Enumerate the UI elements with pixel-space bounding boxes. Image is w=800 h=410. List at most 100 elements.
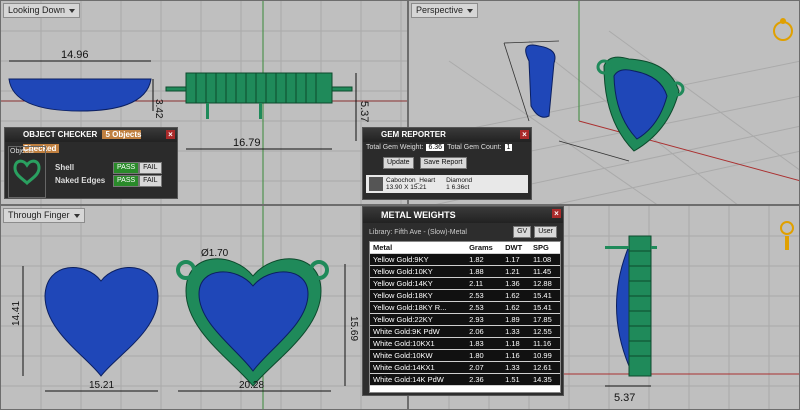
table-cell: White Gold:14KX1: [370, 361, 467, 374]
table-cell: 2.53: [466, 289, 503, 302]
table-cell: 1.33: [502, 325, 530, 338]
objects-label: Objects: [10, 148, 34, 155]
heart-thumbnail-icon: [13, 159, 41, 186]
table-cell: 1.16: [502, 349, 530, 362]
col-header[interactable]: Metal: [370, 242, 467, 254]
table-cell: 2.93: [466, 313, 503, 326]
total-count-value: 1: [504, 144, 513, 151]
table-row[interactable]: Yellow Gold:10KY 1.88 1.21 11.45: [370, 265, 560, 278]
gizmo-icon[interactable]: [773, 18, 793, 41]
dim-top-width: 14.96: [61, 49, 89, 61]
table-cell: 12.61: [530, 361, 560, 374]
save-report-button[interactable]: Save Report: [419, 157, 467, 169]
viewport-title-label: Perspective: [416, 5, 464, 15]
gem-row[interactable]: Cabochon_Heart 13.90 X 15.21 Diamond 1 6…: [366, 175, 528, 193]
fail-button[interactable]: FAIL: [139, 161, 162, 174]
gem-reporter-panel: GEM REPORTER × Total Gem Weight: 6.36 To…: [362, 127, 532, 200]
table-cell: Yellow Gold:9KY: [370, 253, 467, 266]
total-weight-label: Total Gem Weight:: [366, 144, 424, 151]
dim-loop-diameter: Ø1.70: [201, 248, 229, 259]
object-checker-panel: OBJECT CHECKER 5 Objects Checked × Objec…: [4, 127, 178, 199]
table-row[interactable]: Yellow Gold:14KY 2.11 1.36 12.88: [370, 277, 560, 290]
chevron-down-icon: [467, 8, 474, 13]
fail-button[interactable]: FAIL: [139, 174, 162, 187]
table-cell: 2.07: [466, 361, 503, 374]
chevron-down-icon: [69, 8, 76, 13]
table-cell: 12.88: [530, 277, 560, 290]
table-cell: 1.62: [502, 301, 530, 314]
gem-weight: 6.36ct: [451, 184, 470, 191]
dim-top-height: 3.42: [153, 99, 164, 119]
dim-top-depth: 5.37: [358, 101, 370, 122]
pass-button[interactable]: PASS: [113, 174, 140, 187]
gem-count: 1: [446, 184, 450, 191]
table-cell: 1.88: [466, 265, 503, 278]
table-cell: 2.53: [466, 301, 503, 314]
table-cell: 11.16: [530, 337, 560, 350]
table-row[interactable]: White Gold:10KX1 1.83 1.18 11.16: [370, 337, 560, 350]
gem-side: [616, 245, 630, 367]
close-icon[interactable]: ×: [166, 130, 175, 139]
table-cell: 11.08: [530, 253, 560, 266]
table-row[interactable]: Yellow Gold:22KY 2.93 1.89 17.85: [370, 313, 560, 326]
update-button[interactable]: Update: [383, 157, 414, 169]
table-cell: 17.85: [530, 313, 560, 326]
panel-title: GEM REPORTER: [381, 130, 446, 139]
table-cell: 2.36: [466, 373, 503, 386]
viewport-through-finger[interactable]: Through Finger Ø1.70 14.41 15.21 20.28 1…: [0, 205, 408, 410]
table-cell: 15.41: [530, 301, 560, 314]
table-cell: 1.17: [502, 253, 530, 266]
viewport-title[interactable]: Perspective: [411, 3, 479, 18]
metal-frame-side: [628, 235, 652, 377]
viewport-title-label: Through Finger: [8, 210, 70, 220]
front-view-canvas: Ø1.70 14.41 15.21 20.28 15.69: [1, 206, 407, 409]
panel-title: OBJECT CHECKER: [23, 130, 98, 139]
col-header[interactable]: Grams: [466, 242, 503, 254]
col-header[interactable]: SPG: [530, 242, 560, 254]
dim-frame-height: 15.69: [348, 316, 359, 341]
library-label: Library: Fifth Ave - (Slow)-Metal: [369, 228, 467, 236]
metal-weights-panel: METAL WEIGHTS × Library: Fifth Ave - (Sl…: [362, 206, 564, 396]
unit-button[interactable]: GV: [513, 226, 532, 238]
table-cell: 1.89: [502, 313, 530, 326]
metal-weights-header[interactable]: METAL WEIGHTS ×: [363, 207, 563, 223]
total-weight-value: 6.36: [426, 144, 445, 151]
viewport-title[interactable]: Looking Down: [3, 3, 81, 18]
total-count-label: Total Gem Count:: [447, 144, 502, 151]
gem-name: Cabochon_Heart: [386, 177, 436, 184]
objects-box[interactable]: Objects: [8, 146, 46, 198]
table-cell: White Gold:14K PdW: [370, 373, 467, 386]
table-cell: Yellow Gold:10KY: [370, 265, 467, 278]
table-row[interactable]: White Gold:10KW 1.80 1.16 10.99: [370, 349, 560, 362]
dim-right-depth: 5.37: [614, 392, 635, 404]
table-cell: 1.36: [502, 277, 530, 290]
check-row: Shell PASS FAIL: [55, 161, 170, 174]
close-icon[interactable]: ×: [520, 130, 529, 139]
close-icon[interactable]: ×: [552, 209, 561, 218]
object-checker-header[interactable]: OBJECT CHECKER 5 Objects Checked ×: [5, 128, 177, 153]
gem-thumbnail-icon: [369, 177, 383, 191]
gem-reporter-header[interactable]: GEM REPORTER ×: [363, 128, 531, 142]
table-row[interactable]: White Gold:14KX1 2.07 1.33 12.61: [370, 361, 560, 374]
table-cell: 1.80: [466, 349, 503, 362]
gem-size: 13.90 X 15.21: [386, 184, 427, 191]
table-row[interactable]: Yellow Gold:9KY 1.82 1.17 11.08: [370, 253, 560, 266]
table-row[interactable]: White Gold:9K PdW 2.06 1.33 12.55: [370, 325, 560, 338]
table-row[interactable]: White Gold:14K PdW 2.36 1.51 14.35: [370, 373, 560, 386]
table-cell: 12.55: [530, 325, 560, 338]
metal-weights-list[interactable]: Metal Grams DWT SPG Yellow Gold:9KY 1.82 1…: [369, 241, 561, 393]
dim-frame-width: 20.28: [239, 380, 264, 391]
table-cell: 1.33: [502, 361, 530, 374]
user-button[interactable]: User: [534, 226, 557, 238]
table-cell: 1.82: [466, 253, 503, 266]
table-row[interactable]: Yellow Gold:18KY 2.53 1.62 15.41: [370, 289, 560, 302]
table-cell: 2.11: [466, 277, 503, 290]
table-row[interactable]: Yellow Gold:18KY R... 2.53 1.62 15.41: [370, 301, 560, 314]
table-cell: 1.51: [502, 373, 530, 386]
metal-weights-table: Metal Grams DWT SPG Yellow Gold:9KY 1.82 1…: [370, 242, 560, 386]
viewport-title[interactable]: Through Finger: [3, 208, 85, 223]
table-cell: Yellow Gold:22KY: [370, 313, 467, 326]
table-cell: 1.62: [502, 289, 530, 302]
col-header[interactable]: DWT: [502, 242, 530, 254]
pass-button[interactable]: PASS: [113, 161, 140, 174]
